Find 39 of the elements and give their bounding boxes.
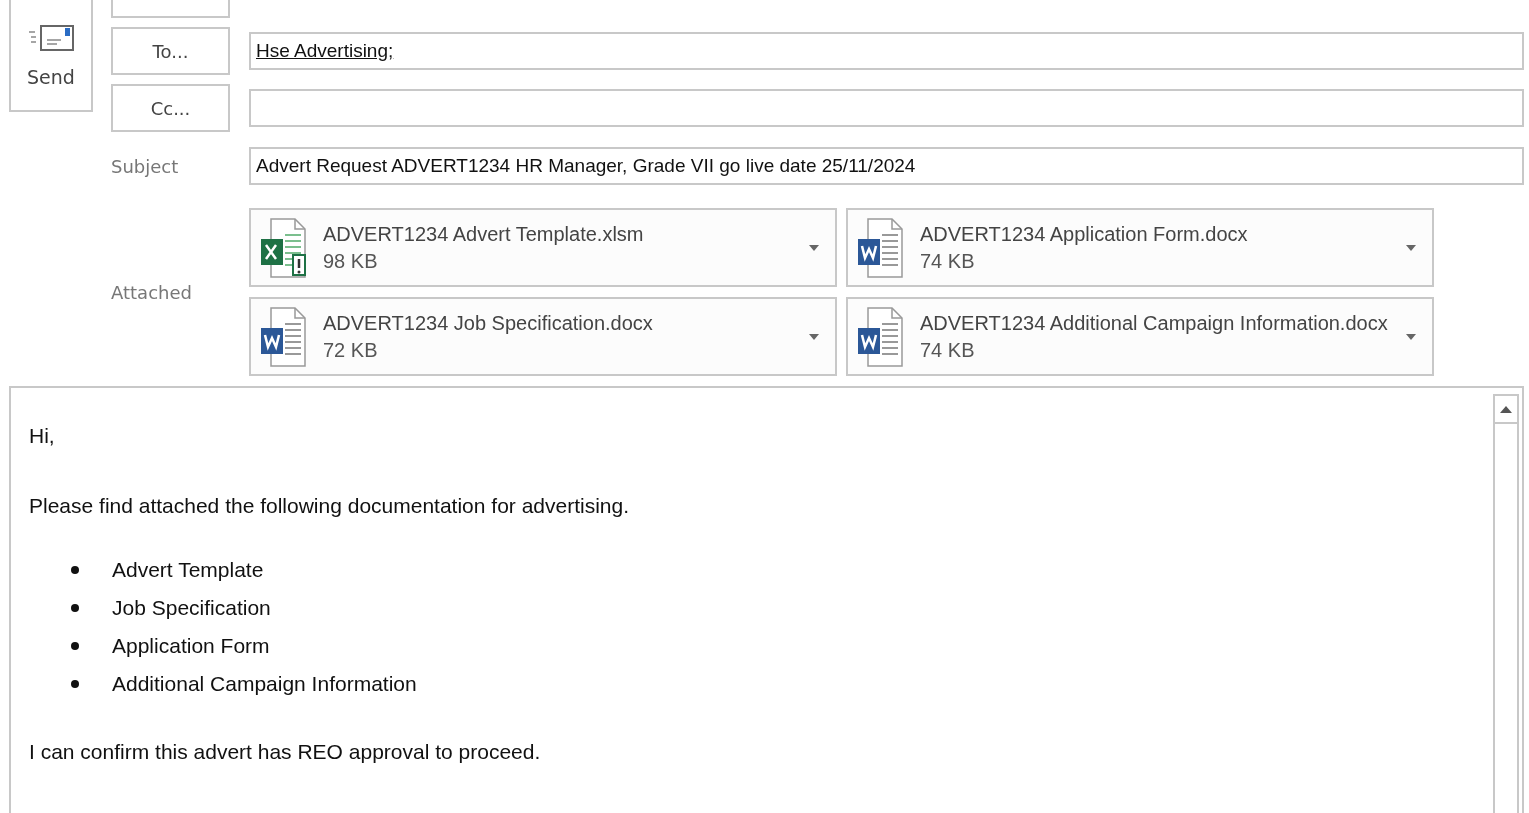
list-item-text: Advert Template [112, 558, 264, 582]
attachment-card[interactable]: ADVERT1234 Job Specification.docx 72 KB [249, 297, 837, 376]
attached-label: Attached [111, 281, 193, 303]
list-item-text: Additional Campaign Information [112, 672, 417, 696]
bullet-icon [71, 680, 79, 688]
dropdown-caret-icon[interactable] [1406, 244, 1416, 251]
intro-paragraph: Please find attached the following documentation for advertising. [29, 494, 631, 518]
closing-paragraph: I can confirm this advert has REO approval to proceed. [29, 740, 542, 764]
greeting-text: Hi, [29, 424, 56, 448]
dropdown-caret-icon[interactable] [809, 244, 819, 251]
scrollbar[interactable] [1493, 394, 1519, 813]
attachment-card[interactable]: ADVERT1234 Application Form.docx 74 KB [846, 208, 1434, 287]
attachment-size: 72 KB [323, 338, 379, 362]
attachment-size: 74 KB [920, 249, 976, 273]
bullet-icon [71, 566, 79, 574]
cc-button[interactable]: Cc... [111, 84, 230, 132]
subject-field[interactable]: Advert Request ADVERT1234 HR Manager, Grade VII go live date 25/11/2024 [249, 147, 1524, 185]
dropdown-caret-icon[interactable] [809, 333, 819, 340]
recipient-link[interactable]: Hse Advertising; [256, 40, 394, 62]
attachment-name: ADVERT1234 Additional Campaign Information.docx [920, 311, 1389, 335]
bullet-icon [71, 642, 79, 650]
attachment-card[interactable]: ADVERT1234 Advert Template.xlsm 98 KB [249, 208, 837, 287]
attachment-size: 98 KB [323, 249, 379, 273]
attachment-size: 74 KB [920, 338, 976, 362]
up-arrow-icon [1500, 405, 1512, 413]
bullet-icon [71, 604, 79, 612]
envelope-icon [27, 24, 75, 54]
attachment-name: ADVERT1234 Application Form.docx [920, 222, 1249, 246]
attachment-name: ADVERT1234 Advert Template.xlsm [323, 222, 645, 246]
attachment-name: ADVERT1234 Job Specification.docx [323, 311, 654, 335]
list-item-text: Application Form [112, 634, 270, 658]
subject-label: Subject [111, 155, 180, 177]
send-button[interactable]: Send [9, 0, 93, 112]
list-item-text: Job Specification [112, 596, 271, 620]
dropdown-caret-icon[interactable] [1406, 333, 1416, 340]
cc-field[interactable] [249, 89, 1524, 127]
to-button[interactable]: To... [111, 27, 230, 75]
attachment-card[interactable]: ADVERT1234 Additional Campaign Information.docx 74 KB [846, 297, 1434, 376]
to-field[interactable]: Hse Advertising; [249, 32, 1524, 70]
